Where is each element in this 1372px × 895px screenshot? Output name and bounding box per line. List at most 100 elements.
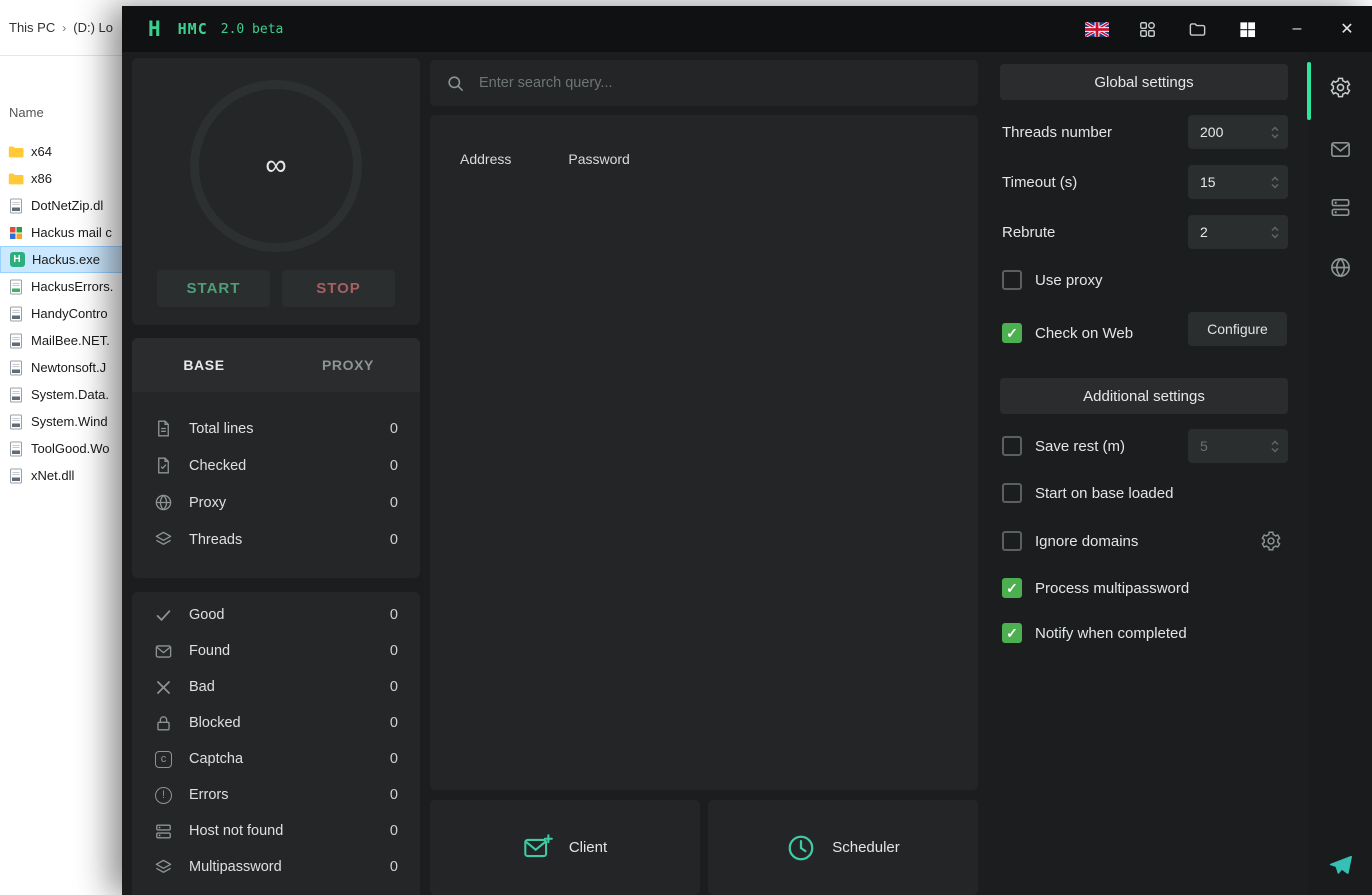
file-name: x86 (31, 171, 52, 186)
close-button[interactable]: ✕ (1322, 6, 1372, 52)
x-icon (154, 678, 173, 697)
dll-file-icon (8, 333, 24, 349)
file-list: x64 x86 DotNetZip.dl Hackus mail c H Hac… (0, 138, 140, 489)
nav-globe-icon[interactable] (1308, 245, 1372, 289)
result-good: Good 0 (132, 597, 420, 633)
start-button[interactable]: START (157, 270, 270, 307)
column-password: Password (568, 151, 629, 167)
layers-icon (154, 858, 173, 877)
start-on-base-row: Start on base loaded (1002, 479, 1288, 507)
client-button[interactable]: Client (430, 800, 700, 895)
file-row[interactable]: x64 (0, 138, 140, 165)
tab-proxy[interactable]: PROXY (276, 338, 420, 392)
file-name: DotNetZip.dl (31, 198, 103, 213)
app-title: HMC (178, 20, 208, 38)
start-on-base-checkbox[interactable] (1002, 483, 1022, 503)
file-row[interactable]: Hackus mail c (0, 219, 140, 246)
file-name: MailBee.NET. (31, 333, 110, 348)
file-row-selected[interactable]: H Hackus.exe (0, 246, 140, 273)
progress-ring: ∞ (190, 80, 362, 252)
name-column-header[interactable]: Name (9, 105, 44, 120)
file-row[interactable]: Newtonsoft.J (0, 354, 140, 381)
nav-server-icon[interactable] (1308, 185, 1372, 229)
stats-tab-bar: BASE PROXY (132, 338, 420, 392)
save-rest-checkbox[interactable] (1002, 436, 1022, 456)
scheduler-button-label: Scheduler (832, 839, 900, 856)
ignore-domains-gear-icon[interactable] (1260, 530, 1282, 552)
file-row[interactable]: HackusErrors. (0, 273, 140, 300)
dll-file-icon (8, 306, 24, 322)
save-rest-row: Save rest (m) 5 (1002, 429, 1288, 463)
exe-file-icon: H (9, 252, 25, 268)
minimize-button[interactable]: – (1272, 6, 1322, 52)
stat-proxy: Proxy 0 (132, 484, 420, 521)
file-row[interactable]: xNet.dll (0, 462, 140, 489)
global-settings-header: Global settings (1000, 64, 1288, 100)
use-proxy-checkbox[interactable] (1002, 270, 1022, 290)
use-proxy-row: Use proxy (1002, 266, 1288, 294)
result-found: Found 0 (132, 633, 420, 669)
file-name: xNet.dll (31, 468, 74, 483)
file-row[interactable]: ToolGood.Wo (0, 435, 140, 462)
dll-file-icon (8, 279, 24, 295)
telegram-icon[interactable] (1308, 842, 1372, 886)
file-check-icon (154, 456, 173, 475)
file-name: Hackus mail c (31, 225, 112, 240)
spinner-arrows-icon[interactable] (1270, 124, 1280, 141)
threads-number-row: Threads number 200 (1002, 115, 1288, 149)
nav-mail-icon[interactable] (1308, 127, 1372, 171)
rebrute-row: Rebrute 2 (1002, 215, 1288, 249)
ignore-domains-row: Ignore domains (1002, 524, 1288, 558)
file-row[interactable]: HandyContro (0, 300, 140, 327)
file-name: System.Wind (31, 414, 108, 429)
apps-grid-icon[interactable] (1122, 6, 1172, 52)
nav-toolbar (1308, 52, 1372, 895)
clock-icon (786, 833, 816, 863)
timeout-input[interactable]: 15 (1188, 165, 1288, 199)
app-file-icon (8, 225, 24, 241)
file-row[interactable]: System.Wind (0, 408, 140, 435)
file-row[interactable]: DotNetZip.dl (0, 192, 140, 219)
breadcrumb-drive[interactable]: (D:) Lo (73, 20, 113, 35)
notify-completed-row: Notify when completed (1002, 619, 1288, 647)
search-input[interactable] (479, 75, 962, 91)
notify-completed-checkbox[interactable] (1002, 623, 1022, 643)
process-multipassword-row: Process multipassword (1002, 574, 1288, 602)
configure-button[interactable]: Configure (1188, 312, 1287, 346)
check-on-web-checkbox[interactable] (1002, 323, 1022, 343)
spinner-arrows-icon[interactable] (1270, 174, 1280, 191)
scheduler-button[interactable]: Scheduler (708, 800, 978, 895)
tab-base[interactable]: BASE (132, 338, 276, 392)
folder-open-icon[interactable] (1172, 6, 1222, 52)
folder-icon (8, 171, 24, 187)
save-rest-input[interactable]: 5 (1188, 429, 1288, 463)
column-address: Address (460, 151, 511, 167)
search-bar (430, 60, 978, 106)
mail-icon (154, 642, 173, 661)
stop-button[interactable]: STOP (282, 270, 395, 307)
dll-file-icon (8, 387, 24, 403)
additional-settings-header: Additional settings (1000, 378, 1288, 414)
language-flag-icon[interactable] (1072, 6, 1122, 52)
nav-settings-gear-icon[interactable] (1308, 65, 1372, 109)
rebrute-input[interactable]: 2 (1188, 215, 1288, 249)
screen: This PC › (D:) Lo Name x64 x86 DotNetZip… (0, 0, 1372, 895)
spinner-arrows-icon[interactable] (1270, 438, 1280, 455)
spinner-arrows-icon[interactable] (1270, 224, 1280, 241)
threads-number-input[interactable]: 200 (1188, 115, 1288, 149)
layers-icon (154, 530, 173, 549)
file-row[interactable]: System.Data. (0, 381, 140, 408)
windows-icon[interactable] (1222, 6, 1272, 52)
breadcrumb[interactable]: This PC › (D:) Lo (0, 0, 140, 56)
ignore-domains-checkbox[interactable] (1002, 531, 1022, 551)
captcha-icon: c (154, 750, 173, 769)
file-name: ToolGood.Wo (31, 441, 110, 456)
alert-icon: ! (154, 786, 173, 805)
file-row[interactable]: x86 (0, 165, 140, 192)
file-row[interactable]: MailBee.NET. (0, 327, 140, 354)
process-multipassword-checkbox[interactable] (1002, 578, 1022, 598)
app-version: 2.0 beta (221, 22, 284, 37)
file-icon (154, 419, 173, 438)
check-on-web-row: Check on Web Configure (1002, 316, 1288, 350)
breadcrumb-this-pc[interactable]: This PC (9, 20, 55, 35)
